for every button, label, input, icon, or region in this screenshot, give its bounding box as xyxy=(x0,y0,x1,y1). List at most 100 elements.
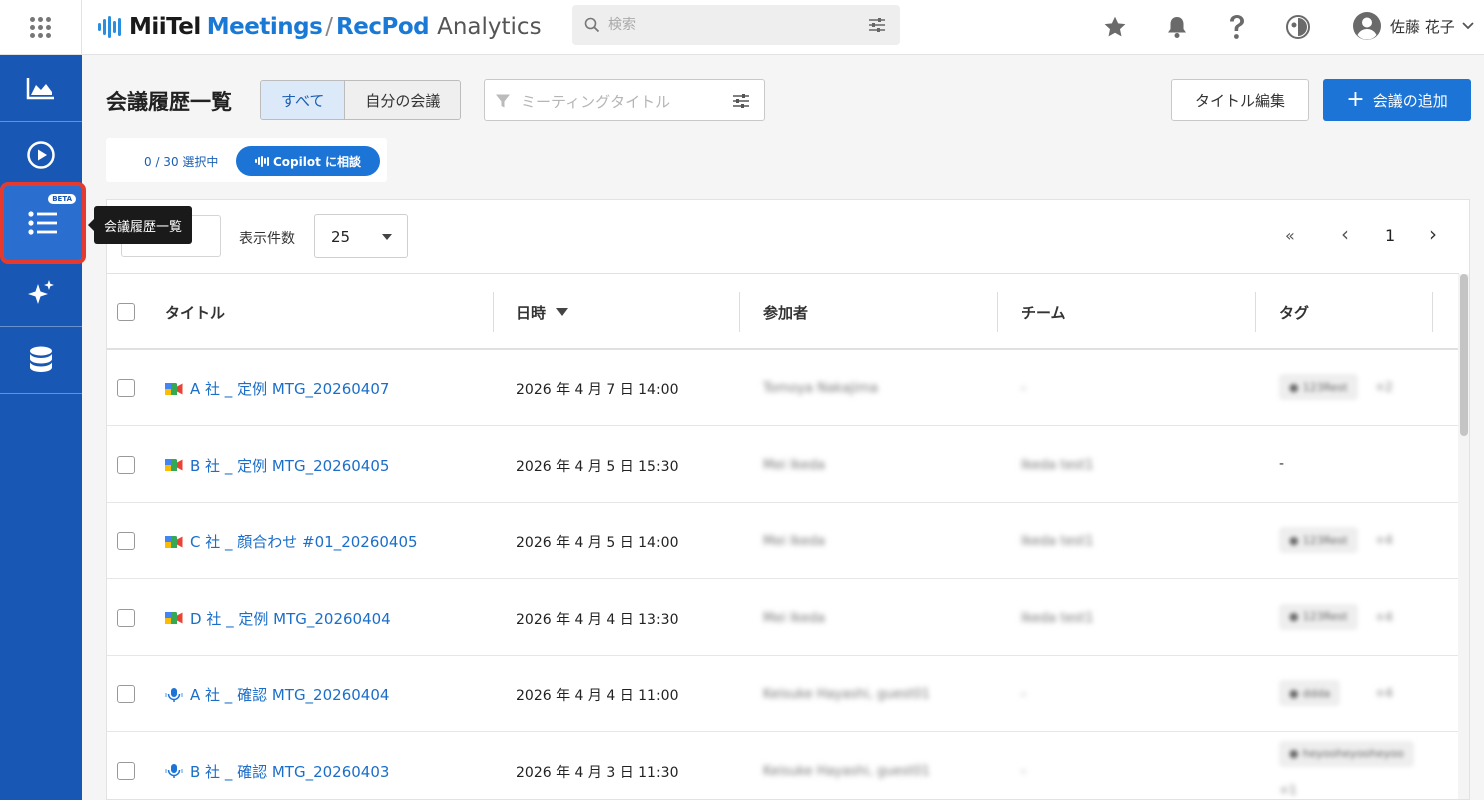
google-meet-icon xyxy=(165,612,183,624)
table-row[interactable]: A 社 _ 確認 MTG_20260404 2026 年 4 月 4 日 11:0… xyxy=(107,656,1459,732)
row-checkbox[interactable] xyxy=(117,455,135,474)
page-title: 会議履歴一覧 xyxy=(106,90,232,114)
table-scrollbar[interactable] xyxy=(1458,274,1469,799)
participants: Tomoya Nakajima xyxy=(763,381,878,396)
tag-more[interactable]: +1 xyxy=(1279,783,1297,797)
tag-label: 123Rest xyxy=(1302,380,1348,394)
database-icon xyxy=(30,346,52,372)
app-logo[interactable]: MiiTel Meetings / RecPod Analytics xyxy=(98,10,542,44)
tag-chip[interactable]: ● 123Rest xyxy=(1279,374,1358,400)
first-page-button[interactable]: « xyxy=(1285,226,1295,245)
row-checkbox[interactable] xyxy=(117,379,135,397)
col-title[interactable]: タイトル xyxy=(165,302,225,323)
add-meeting-button[interactable]: + 会議の追加 xyxy=(1323,79,1471,121)
col-date-label: 日時 xyxy=(516,304,547,322)
table-row[interactable]: D 社 _ 定例 MTG_20260404 2026 年 4 月 4 日 13:3… xyxy=(107,580,1459,656)
select-all-checkbox[interactable] xyxy=(117,303,135,321)
team: Ikeda test1 xyxy=(1021,610,1094,626)
participants: Keisuke Hayashi, guest01 xyxy=(763,763,930,779)
beta-badge: BETA xyxy=(48,194,76,204)
per-page-select[interactable]: 25 xyxy=(314,214,408,258)
user-menu[interactable]: 佐藤 花子 xyxy=(1352,9,1475,43)
sort-desc-icon xyxy=(556,308,569,316)
col-tag[interactable]: タグ xyxy=(1279,302,1309,323)
table-row[interactable]: B 社 _ 定例 MTG_20260405 2026 年 4 月 5 日 15:3… xyxy=(107,427,1459,503)
col-divider xyxy=(739,292,740,332)
meeting-title: D 社 _ 定例 MTG_20260404 xyxy=(190,609,391,628)
sidebar-item-database[interactable] xyxy=(0,327,82,394)
sidebar-item-analytics[interactable] xyxy=(0,55,82,122)
top-bar: MiiTel Meetings / RecPod Analytics 佐藤 花子 xyxy=(0,0,1484,55)
meeting-date: 2026 年 4 月 7 日 14:00 xyxy=(516,382,679,398)
tab-my-meetings[interactable]: 自分の会議 xyxy=(345,81,461,119)
microphone-icon xyxy=(165,764,183,778)
tab-all[interactable]: すべて xyxy=(261,81,346,119)
meeting-title-link[interactable]: C 社 _ 顔合わせ #01_20260405 xyxy=(165,531,418,552)
scrollbar-thumb[interactable] xyxy=(1460,274,1468,436)
tag-label: 123Rest xyxy=(1302,533,1348,547)
meeting-title: A 社 _ 定例 MTG_20260407 xyxy=(190,380,390,398)
tag-more[interactable]: +2 xyxy=(1375,380,1393,394)
plus-icon: + xyxy=(1346,87,1365,112)
meeting-title: C 社 _ 顔合わせ #01_20260405 xyxy=(190,533,418,551)
filter-options-icon[interactable] xyxy=(732,93,750,109)
table-row[interactable]: A 社 _ 定例 MTG_20260407 2026 年 4 月 7 日 14:0… xyxy=(107,350,1459,426)
next-page-button[interactable]: › xyxy=(1429,222,1437,246)
title-filter-input[interactable]: ミーティングタイトル xyxy=(484,79,765,121)
row-checkbox[interactable] xyxy=(117,532,135,550)
participants: Keisuke Hayashi, guest01 xyxy=(763,687,930,702)
tag-chip[interactable]: ● 123Rest xyxy=(1279,527,1358,553)
sidebar-item-recordings[interactable] xyxy=(0,122,82,189)
tag-chip[interactable]: ● 123Rest xyxy=(1279,603,1358,630)
row-checkbox[interactable] xyxy=(117,761,135,780)
tag-empty: - xyxy=(1279,455,1285,472)
app-launcher-button[interactable] xyxy=(0,0,82,55)
search-input[interactable] xyxy=(608,15,848,35)
col-divider xyxy=(1432,292,1433,332)
meeting-date: 2026 年 4 月 5 日 14:00 xyxy=(516,535,679,551)
row-checkbox[interactable] xyxy=(117,608,135,627)
meeting-title-link[interactable]: D 社 _ 定例 MTG_20260404 xyxy=(165,608,391,629)
status-indicator-icon[interactable] xyxy=(1283,12,1313,42)
meeting-title: A 社 _ 確認 MTG_20260404 xyxy=(190,686,390,704)
caret-down-icon xyxy=(382,234,392,240)
logo-text-miitel: MiiTel xyxy=(129,14,201,40)
chevron-down-icon xyxy=(1462,22,1474,30)
selection-count: 0 / 30 選択中 xyxy=(144,155,219,169)
area-chart-icon xyxy=(26,78,54,100)
meeting-title: B 社 _ 確認 MTG_20260403 xyxy=(190,762,390,781)
table-row[interactable]: C 社 _ 顔合わせ #01_20260405 2026 年 4 月 5 日 14… xyxy=(107,503,1459,579)
tag-more[interactable]: +4 xyxy=(1375,686,1393,700)
google-meet-icon xyxy=(165,535,183,548)
tag-more[interactable]: +4 xyxy=(1375,533,1393,547)
search-options-icon[interactable] xyxy=(868,17,886,33)
copilot-logo-icon xyxy=(254,155,269,167)
sparkle-icon xyxy=(28,280,54,304)
tag-more[interactable]: +4 xyxy=(1375,610,1393,624)
col-participants[interactable]: 参加者 xyxy=(763,302,808,323)
team: - xyxy=(1021,763,1026,779)
row-checkbox[interactable] xyxy=(117,685,135,703)
tag-chip[interactable]: ● ddda xyxy=(1279,680,1341,706)
sidebar-item-meeting-history[interactable]: BETA xyxy=(0,182,86,264)
sidebar-item-ai[interactable] xyxy=(0,260,82,327)
meeting-title-link[interactable]: A 社 _ 定例 MTG_20260407 xyxy=(165,378,389,399)
copilot-button[interactable]: Copilot に相談 xyxy=(236,146,380,176)
meeting-title-link[interactable]: B 社 _ 定例 MTG_20260405 xyxy=(165,455,389,476)
tag-chip[interactable]: ● heyooheyooheyoo xyxy=(1279,740,1414,767)
miitel-logo-icon xyxy=(98,16,121,38)
table-row[interactable]: B 社 _ 確認 MTG_20260403 2026 年 4 月 3 日 11:3… xyxy=(107,733,1459,800)
col-team[interactable]: チーム xyxy=(1021,302,1066,323)
col-date[interactable]: 日時 xyxy=(516,302,569,323)
meeting-title-link[interactable]: B 社 _ 確認 MTG_20260403 xyxy=(165,761,389,782)
filter-placeholder: ミーティングタイトル xyxy=(521,93,671,111)
col-divider xyxy=(493,292,494,332)
title-edit-button[interactable]: タイトル編集 xyxy=(1171,79,1309,121)
help-question-icon[interactable] xyxy=(1222,12,1252,42)
notifications-bell-icon[interactable] xyxy=(1162,12,1192,42)
favorites-star-icon[interactable] xyxy=(1100,12,1130,42)
col-divider xyxy=(1255,292,1256,332)
user-avatar-icon xyxy=(1353,12,1381,40)
prev-page-button[interactable]: ‹ xyxy=(1341,222,1349,246)
meeting-title-link[interactable]: A 社 _ 確認 MTG_20260404 xyxy=(165,684,389,705)
